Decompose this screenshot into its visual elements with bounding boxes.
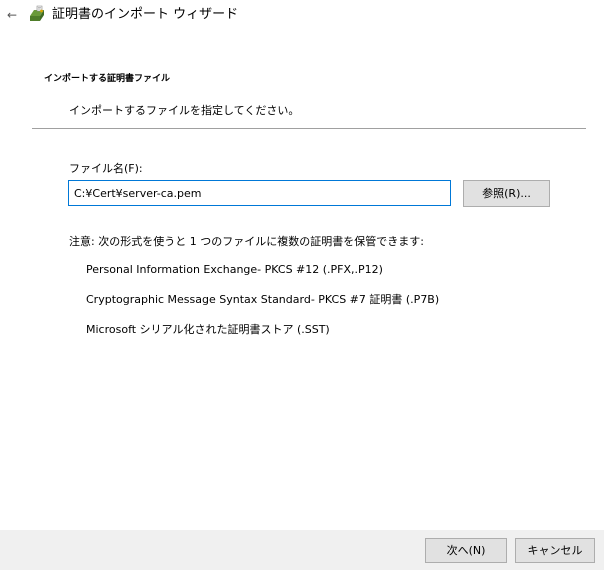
title-bar: ← 証明書のインポート ウィザード	[0, 0, 604, 32]
section-subheading: インポートするファイルを指定してください。	[69, 104, 300, 117]
cancel-button[interactable]: キャンセル	[515, 538, 595, 563]
back-arrow-icon: ←	[6, 8, 18, 22]
format-item-sst: Microsoft シリアル化された証明書ストア (.SST)	[86, 323, 330, 336]
header-divider	[32, 128, 586, 129]
certificate-wizard-icon	[30, 5, 44, 21]
format-item-pfx: Personal Information Exchange- PKCS #12 …	[86, 263, 383, 276]
browse-button[interactable]: 参照(R)...	[463, 180, 550, 207]
window-title: 証明書のインポート ウィザード	[52, 7, 239, 22]
file-name-input[interactable]	[68, 180, 451, 206]
format-item-p7b: Cryptographic Message Syntax Standard- P…	[86, 293, 440, 306]
next-button[interactable]: 次へ(N)	[425, 538, 507, 563]
section-heading: インポートする証明書ファイル	[44, 74, 171, 84]
file-name-label: ファイル名(F):	[69, 162, 143, 175]
footer-bar	[0, 530, 604, 570]
format-note: 注意: 次の形式を使うと 1 つのファイルに複数の証明書を保管できます:	[69, 235, 424, 248]
back-arrow-button[interactable]: ←	[2, 5, 22, 25]
